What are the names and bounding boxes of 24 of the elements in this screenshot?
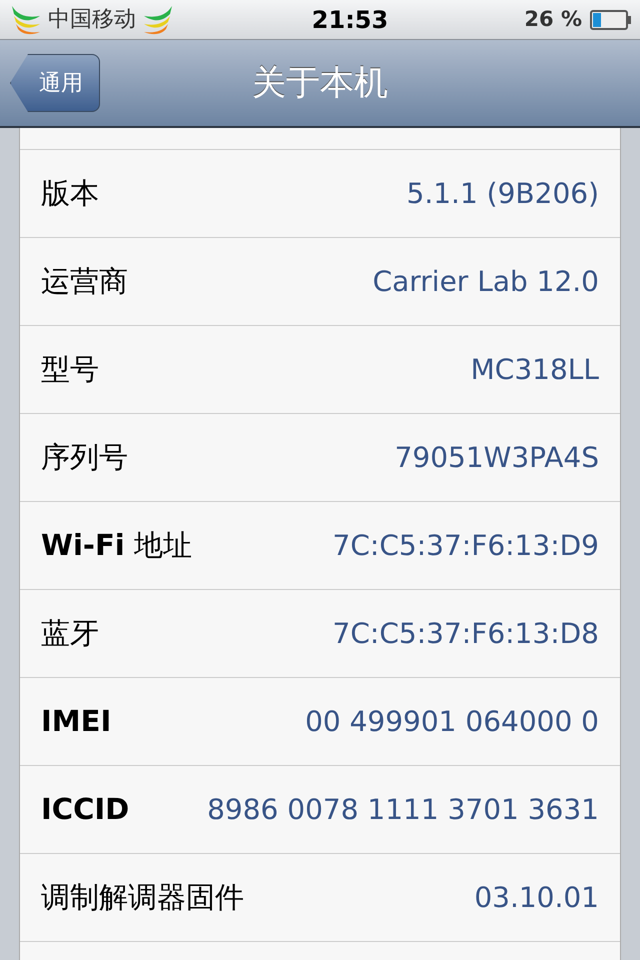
row-value: 5.1.1 (9B206): [406, 176, 599, 212]
clock-time: 21:53: [310, 4, 390, 36]
row-value: 8986 0078 1111 3701 3631: [207, 792, 599, 828]
row-value: MC318LL: [470, 352, 599, 388]
row-value: 03.10.01: [474, 880, 599, 916]
row-label: 版本: [41, 174, 99, 212]
battery-icon: [590, 10, 632, 30]
row-value: 7C:C5:37:F6:13:D9: [332, 528, 599, 564]
row-value: 00 499901 064000 0: [305, 704, 599, 740]
row-label: Wi-Fi 地址: [41, 526, 192, 564]
row-label: 序列号: [41, 438, 128, 476]
row-label: ICCID: [41, 790, 130, 828]
row-label: 运营商: [41, 262, 128, 300]
row-label: IMEI: [41, 702, 112, 740]
screen-title: 关于本机: [251, 62, 389, 104]
row-value: 79051W3PA4S: [394, 440, 599, 476]
carrier-name: 中国移动: [48, 6, 136, 34]
row-label: 调制解调器固件: [41, 878, 244, 916]
battery-percent: 26 %: [524, 6, 582, 33]
row-value: Carrier Lab 12.0: [372, 264, 599, 300]
back-button[interactable]: 通用: [10, 54, 100, 112]
row-label: 蓝牙: [41, 614, 99, 652]
row-value: 7C:C5:37:F6:13:D8: [332, 616, 599, 652]
row-label: 型号: [41, 350, 99, 388]
